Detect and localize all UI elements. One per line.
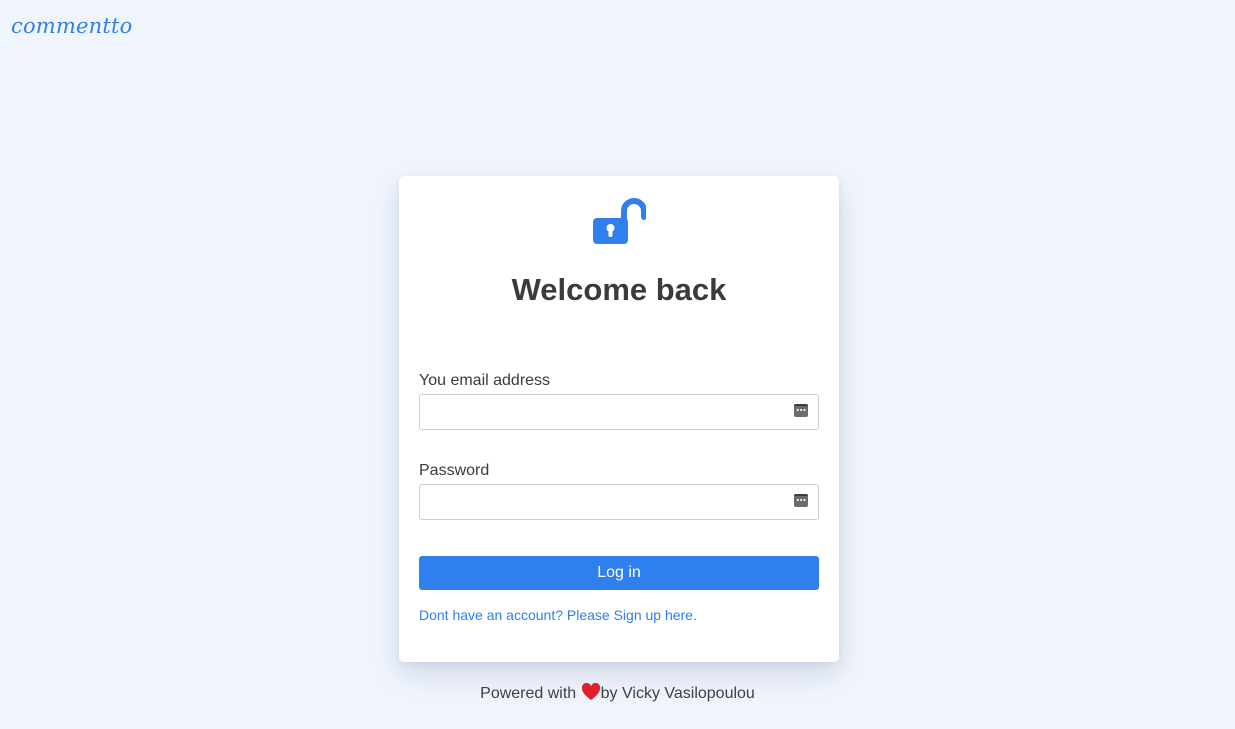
password-manager-icon[interactable] xyxy=(794,404,808,417)
brand-logo[interactable]: commentto xyxy=(11,14,133,38)
password-label: Password xyxy=(419,462,490,479)
footer: Powered with by Vicky Vasilopoulou xyxy=(0,683,1235,703)
password-field[interactable] xyxy=(419,484,819,520)
signup-link[interactable]: Dont have an account? Please Sign up her… xyxy=(419,607,697,623)
email-field-wrapper xyxy=(419,394,819,430)
footer-author: by Vicky Vasilopoulou xyxy=(600,685,755,702)
password-field-wrapper xyxy=(419,484,819,520)
footer-prefix: Powered with xyxy=(480,685,581,702)
login-card: Welcome back You email address Password … xyxy=(399,176,839,662)
email-field[interactable] xyxy=(419,394,819,430)
email-label: You email address xyxy=(419,372,551,389)
page-title: Welcome back xyxy=(511,272,727,307)
heart-icon xyxy=(581,683,600,700)
unlock-icon xyxy=(593,198,646,244)
login-button[interactable]: Log in xyxy=(419,556,819,590)
password-manager-icon[interactable] xyxy=(794,494,808,507)
